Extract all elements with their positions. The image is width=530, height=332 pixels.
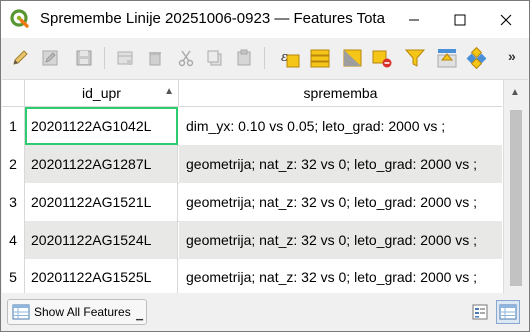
copy-icon[interactable] <box>202 45 228 71</box>
deselect-icon[interactable] <box>369 45 395 71</box>
maximize-button[interactable] <box>437 1 483 38</box>
chevron-down-icon: ▁ <box>136 310 143 320</box>
filter-icon[interactable] <box>402 45 428 71</box>
table-cell-id-upr[interactable]: 20201122AG1287L <box>25 145 178 183</box>
close-button[interactable] <box>483 1 529 38</box>
svg-text:ε: ε <box>281 50 288 65</box>
row-header[interactable]: 5 <box>2 259 25 294</box>
title-bar: Spremembe Linije 20251006-0923 — Feature… <box>1 1 529 38</box>
expression-select-icon[interactable]: ε <box>277 45 303 71</box>
table-cell-id-upr[interactable]: 20201122AG1042L <box>25 107 178 145</box>
select-all-icon[interactable] <box>307 45 333 71</box>
multi-edit-icon[interactable] <box>37 45 63 71</box>
move-to-top-icon[interactable] <box>434 45 460 71</box>
toolbar-separator <box>104 47 105 69</box>
table-row[interactable]: 2 20201122AG1287L geometrija; nat_z: 32 … <box>2 145 502 184</box>
toolbar: ε » <box>1 38 529 78</box>
table-row[interactable]: 5 20201122AG1525L geometrija; nat_z: 32 … <box>2 259 502 294</box>
row-header[interactable]: 4 <box>2 221 25 259</box>
bottom-bar: Show All Features ▁ <box>2 293 528 331</box>
column-header-label: sprememba <box>303 85 378 101</box>
qgis-logo-icon <box>10 9 30 29</box>
row-header[interactable]: 3 <box>2 183 25 221</box>
paste-icon[interactable] <box>231 45 257 71</box>
table-cell-sprememba[interactable]: geometrija; nat_z: 32 vs 0; leto_grad: 2… <box>179 183 502 221</box>
table-cell-sprememba[interactable]: geometrija; nat_z: 32 vs 0; leto_grad: 2… <box>179 259 502 294</box>
table-row[interactable]: 3 20201122AG1521L geometrija; nat_z: 32 … <box>2 183 502 222</box>
table-icon <box>12 304 30 320</box>
window-title: Spremembe Linije 20251006-0923 — Feature… <box>40 10 385 27</box>
toolbar-overflow-button[interactable]: » <box>508 48 516 64</box>
cut-icon[interactable] <box>173 45 199 71</box>
table-cell-id-upr[interactable]: 20201122AG1524L <box>25 221 178 259</box>
table-cell-id-upr[interactable]: 20201122AG1521L <box>25 183 178 221</box>
show-features-dropdown[interactable]: Show All Features ▁ <box>7 299 147 325</box>
table-cell-id-upr[interactable]: 20201122AG1525L <box>25 259 178 294</box>
table-cell-sprememba[interactable]: geometrija; nat_z: 32 vs 0; leto_grad: 2… <box>179 221 502 259</box>
row-header[interactable]: 2 <box>2 145 25 183</box>
table-row[interactable]: 1 20201122AG1042L dim_yx: 0.10 vs 0.05; … <box>2 107 502 146</box>
vertical-scrollbar[interactable]: ▲ <box>503 80 529 294</box>
minimize-button[interactable] <box>391 1 437 38</box>
column-header-label: id_upr <box>82 85 121 101</box>
sort-ascending-icon: ▲ <box>164 86 174 97</box>
attribute-table-window: Spremembe Linije 20251006-0923 — Feature… <box>0 0 530 332</box>
invert-selection-icon[interactable] <box>340 45 366 71</box>
show-features-label: Show All Features <box>34 305 131 319</box>
save-icon[interactable] <box>71 45 97 71</box>
column-header-sprememba[interactable]: sprememba <box>179 80 502 107</box>
table-cell-sprememba[interactable]: dim_yx: 0.10 vs 0.05; leto_grad: 2000 vs… <box>179 107 502 145</box>
scroll-up-icon[interactable]: ▲ <box>510 87 520 98</box>
zoom-to-selection-icon[interactable] <box>464 45 490 71</box>
table-cell-sprememba[interactable]: geometrija; nat_z: 32 vs 0; leto_grad: 2… <box>179 145 502 183</box>
reload-icon[interactable] <box>112 45 138 71</box>
form-view-button[interactable] <box>468 300 492 324</box>
column-header-id-upr[interactable]: id_upr ▲ <box>25 80 179 107</box>
delete-icon[interactable] <box>142 45 168 71</box>
table-view-button[interactable] <box>496 300 520 324</box>
row-header[interactable]: 1 <box>2 107 25 145</box>
pencil-icon[interactable] <box>7 45 33 71</box>
attribute-table: id_upr ▲ sprememba 1 20201122AG1042L dim… <box>2 79 529 294</box>
toolbar-separator <box>264 47 265 69</box>
table-row[interactable]: 4 20201122AG1524L geometrija; nat_z: 32 … <box>2 221 502 260</box>
scrollbar-thumb[interactable] <box>510 110 522 286</box>
header-corner[interactable] <box>2 80 25 107</box>
